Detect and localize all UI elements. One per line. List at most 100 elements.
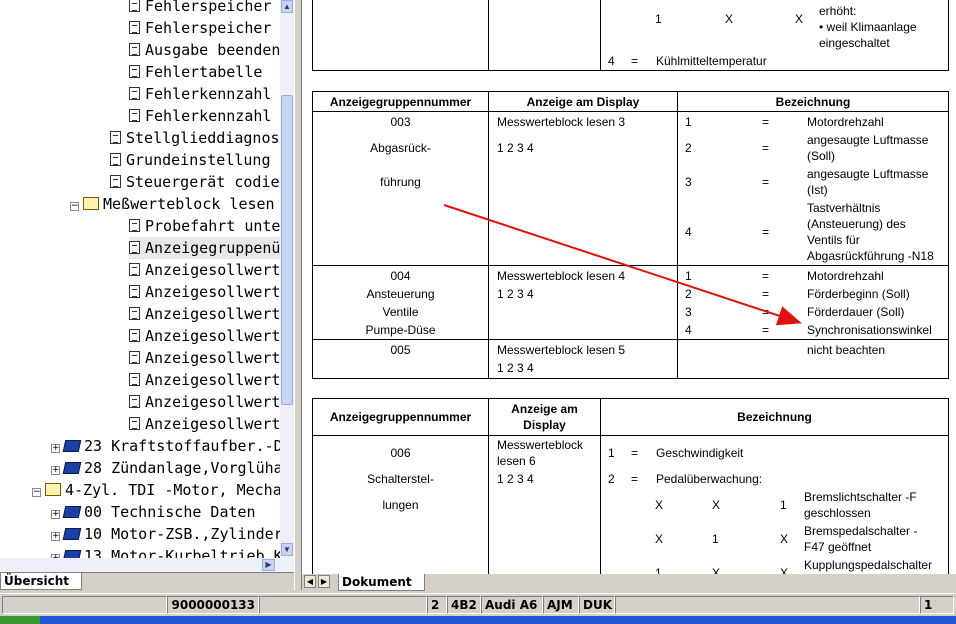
g004-line3: Pumpe-Düse [365, 323, 436, 337]
top-value: 1 [655, 12, 662, 26]
book-icon [62, 440, 82, 452]
tree-item[interactable]: Fehlerkennzahl 1648 [129, 83, 280, 105]
tree-item-label: Stellglieddiagnose [126, 129, 280, 147]
g006-sub-c: X [780, 566, 789, 574]
tree-item[interactable]: Anzeigesollwerte fü [129, 325, 280, 347]
taskbar [0, 616, 956, 624]
start-button[interactable] [0, 616, 40, 624]
g003-item-eq: = [762, 141, 770, 155]
open-book-icon [45, 483, 61, 496]
tree-item[interactable]: Anzeigesollwerte fü [129, 347, 280, 369]
tree-item[interactable]: Anzeigesollwerte fü [129, 413, 280, 435]
tree-view[interactable]: Fehlerspeicher abfr Fehlerspeicher lösc Au… [0, 0, 280, 558]
tree-item[interactable]: +00 Technische Daten [51, 501, 256, 523]
t2-header-display: Anzeige am Display [511, 402, 578, 432]
scroll-right-arrow-icon[interactable]: ▶ [262, 559, 275, 571]
tree-item[interactable]: Fehlerspeicher abfr [129, 0, 280, 17]
g006-i1-label: Geschwindigkeit [656, 446, 744, 460]
nav-prev-icon[interactable]: ◀ [304, 575, 316, 588]
tree-item[interactable]: − 4-Zyl. TDI -Motor, Mechan [32, 479, 280, 501]
tree-item-label: Fehlertabelle [145, 63, 263, 81]
tree-item-label: Anzeigesollwerte fü [145, 349, 280, 367]
g006-sub-a: X [655, 498, 664, 512]
tree-item[interactable]: Anzeigesollwerte fü [129, 281, 280, 303]
expand-toggle-icon[interactable]: + [51, 510, 60, 519]
document-icon [129, 395, 140, 408]
book-icon [62, 528, 82, 540]
tree-item-label: Grundeinstellung [126, 151, 271, 169]
tree-item[interactable]: Fehlertabelle [129, 61, 262, 83]
app-window: Fehlerspeicher abfr Fehlerspeicher lösc Au… [0, 0, 956, 624]
tab-uebersicht[interactable]: Übersicht [0, 573, 83, 590]
top-eq: = [631, 54, 639, 68]
expand-toggle-icon[interactable]: + [51, 532, 60, 541]
tree-horizontal-scrollbar[interactable]: ▶ [0, 558, 294, 572]
tree-item[interactable]: − Meßwerteblock lesen [70, 193, 275, 215]
g006-sub-b: 1 [712, 532, 719, 546]
scroll-up-arrow-icon[interactable]: ▲ [281, 0, 293, 13]
tree-item-label: 10 Motor-ZSB.,Zylinder [84, 525, 280, 543]
tree-item[interactable]: Anzeigesollwerte fü [129, 369, 280, 391]
tree-item[interactable]: +23 Kraftstoffaufber.-D. [51, 435, 280, 457]
pane-splitter[interactable] [294, 0, 302, 590]
nav-next-icon[interactable]: ▶ [318, 575, 330, 588]
tree-item[interactable]: Stellglieddiagnose [110, 127, 280, 149]
status-cell-empty [2, 596, 167, 614]
tree-item[interactable]: Ausgabe beenden [129, 39, 280, 61]
expand-toggle-icon[interactable]: − [70, 202, 79, 211]
tree-item-label: Anzeigesollwerte fü [145, 305, 280, 323]
status-bar: 9000000133 2 4B2 Audi A6 AJM DUK 1 [0, 593, 956, 615]
g004-item-num: 4 [685, 323, 692, 337]
tab-dokument[interactable]: Dokument [338, 574, 425, 591]
tree-item-label: 28 Zündanlage,Vorglühan [84, 459, 280, 477]
g003-item-eq: = [762, 175, 770, 189]
g004-item-label: Synchronisationswinkel [807, 323, 932, 337]
g006-display: Messwerteblock lesen 6 [497, 438, 584, 468]
document-icon [129, 241, 140, 254]
tree-item[interactable]: +13 Motor-Kurbeltrieb,Ko [51, 545, 280, 558]
document-icon [129, 351, 140, 364]
status-cell-empty-2 [259, 596, 427, 614]
tree-item[interactable]: Grundeinstellung [110, 149, 271, 171]
g006-sub-c: X [780, 532, 789, 546]
right-tab-bar: ◀ ▶ Dokument [302, 574, 956, 591]
t2-header-label: Bezeichnung [737, 410, 812, 424]
tree-item-label: Fehlerspeicher abfr [145, 0, 280, 15]
tree-item[interactable]: Anzeigesollwerte fü [129, 259, 280, 281]
top-label: Kühlmitteltemperatur [656, 54, 767, 68]
book-icon [62, 550, 82, 558]
expand-toggle-icon[interactable]: − [32, 488, 41, 497]
g006-sub-label: Bremslichtschalter -F geschlossen [804, 490, 917, 520]
g004-item-label: Förderbeginn (Soll) [807, 287, 910, 301]
scroll-thumb[interactable] [281, 95, 293, 405]
tree-item-label: Ausgabe beenden [145, 41, 280, 59]
scroll-down-arrow-icon[interactable]: ▼ [281, 543, 293, 556]
tree-item[interactable]: Fehlerspeicher lösc [129, 17, 280, 39]
g006-i1-eq: = [631, 446, 639, 460]
expand-toggle-icon[interactable]: + [51, 444, 60, 453]
tree-item[interactable]: Anzeigesollwerte fü [129, 391, 280, 413]
g003-item-eq: = [762, 225, 770, 239]
g004-item-eq: = [762, 269, 770, 283]
tree-item[interactable]: +28 Zündanlage,Vorglühan [51, 457, 280, 479]
g003-line1: Abgasrück- [370, 141, 431, 155]
g006-line1: Schalterstel- [367, 472, 434, 486]
tree-vertical-scrollbar[interactable]: ▲ ▼ [280, 0, 294, 558]
g006-i2-label: Pedalüberwachung: [656, 472, 763, 486]
tree-item-label: Meßwerteblock lesen [103, 195, 275, 213]
top-description: erhöht: • weil Klimaanlage eingeschaltet [819, 4, 917, 50]
open-book-icon [83, 197, 99, 210]
document-icon [129, 219, 140, 232]
tree-item[interactable]: Anzeigesollwerte fü [129, 303, 280, 325]
status-model: Audi A6 [481, 596, 543, 614]
document-icon [129, 65, 140, 78]
tree-item[interactable]: Probefahrt unter Vo [129, 215, 280, 237]
tree-item[interactable]: Fehlerkennzahl 1795 [129, 105, 280, 127]
top-x1: X [725, 12, 734, 26]
tree-item[interactable]: Anzeigegruppenübers [129, 237, 280, 259]
document-icon [129, 43, 140, 56]
status-gearbox: DUK [579, 596, 615, 614]
tree-item[interactable]: +10 Motor-ZSB.,Zylinder [51, 523, 280, 545]
tree-item[interactable]: Steuergerät codieren [110, 171, 280, 193]
expand-toggle-icon[interactable]: + [51, 466, 60, 475]
